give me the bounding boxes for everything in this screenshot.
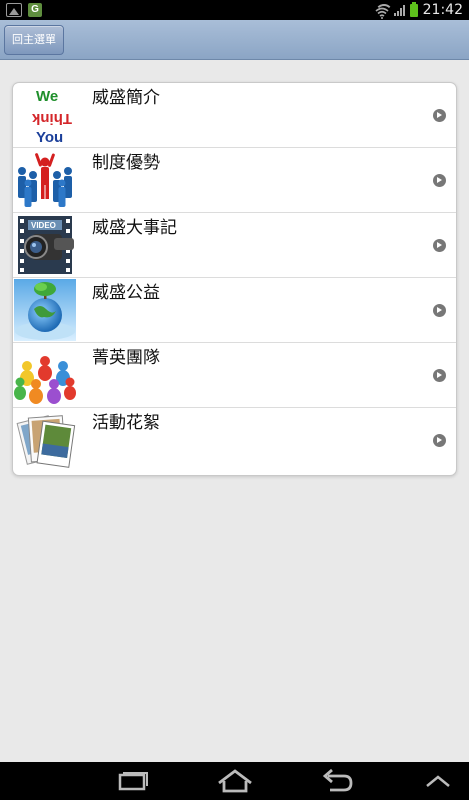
menu-item-event-highlights[interactable]: 活動花絮 — [13, 408, 456, 473]
menu-item-label: 威盛公益 — [92, 283, 160, 303]
menu-item-company-intro[interactable]: We Think You 威盛簡介 — [13, 83, 456, 148]
system-icons: 21:42 — [374, 1, 463, 19]
chevron-right-icon — [433, 304, 446, 317]
photo-album-icon — [14, 409, 76, 471]
signal-icon — [393, 4, 405, 16]
back-to-main-menu-button[interactable]: 回主選單 — [4, 25, 64, 55]
notification-icons: G — [6, 3, 42, 17]
menu-item-label: 威盛簡介 — [92, 88, 160, 108]
menu-item-label: 威盛大事記 — [92, 218, 177, 238]
app-header: 回主選單 — [0, 20, 469, 60]
we-think-you-icon: We Think You — [14, 84, 76, 146]
recent-apps-icon[interactable] — [103, 762, 163, 800]
menu-item-milestones[interactable]: VIDEO 威盛大事記 — [13, 213, 456, 278]
svg-text:You: You — [36, 129, 63, 146]
clock: 21:42 — [422, 2, 463, 18]
chevron-right-icon — [433, 174, 446, 187]
svg-text:Think: Think — [31, 110, 72, 127]
back-icon[interactable] — [306, 762, 366, 800]
battery-icon — [409, 1, 418, 17]
menu-item-system-advantages[interactable]: 制度優勢 — [13, 148, 456, 213]
chevron-right-icon — [433, 239, 446, 252]
svg-text:VIDEO: VIDEO — [31, 221, 56, 230]
team-group-icon — [14, 344, 76, 406]
home-icon[interactable] — [205, 762, 265, 800]
navigation-bar — [0, 762, 469, 800]
globe-tree-icon — [14, 279, 76, 341]
wifi-icon — [374, 4, 393, 19]
main-menu-list: We Think You 威盛簡介 制度優勢 VIDEO 威盛大事記 威盛公益 … — [12, 82, 457, 476]
video-camera-icon: VIDEO — [14, 214, 76, 276]
svg-text:We: We — [36, 88, 58, 105]
menu-item-label: 制度優勢 — [92, 153, 160, 173]
g-app-icon: G — [28, 3, 42, 17]
chevron-right-icon — [433, 109, 446, 122]
image-icon — [6, 3, 22, 17]
menu-item-elite-team[interactable]: 菁英團隊 — [13, 343, 456, 408]
menu-item-label: 菁英團隊 — [92, 348, 160, 368]
menu-up-icon[interactable] — [408, 762, 468, 800]
menu-item-label: 活動花絮 — [92, 413, 160, 433]
chevron-right-icon — [433, 434, 446, 447]
chevron-right-icon — [433, 369, 446, 382]
people-leader-icon — [14, 149, 76, 211]
menu-item-charity[interactable]: 威盛公益 — [13, 278, 456, 343]
status-bar: G 21:42 — [0, 0, 469, 20]
